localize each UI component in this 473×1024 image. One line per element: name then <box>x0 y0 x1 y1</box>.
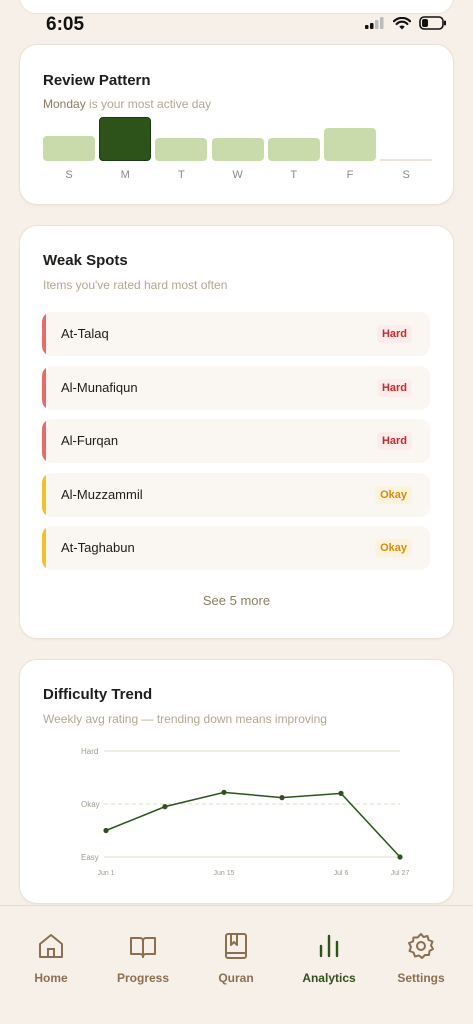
nav-item-quran[interactable]: Quran <box>191 930 281 985</box>
battery-icon <box>419 16 446 30</box>
trend-point <box>221 789 227 795</box>
home-icon <box>39 934 63 958</box>
nav-item-settings[interactable]: Settings <box>376 930 466 985</box>
bar-chart-icon <box>319 934 339 958</box>
day-label: F <box>346 169 354 181</box>
rating-badge: Okay <box>375 485 412 504</box>
bookmark-book-icon <box>225 933 247 959</box>
weak-spot-item[interactable]: Al-Munafiqun Hard <box>42 365 430 410</box>
day-bar-0 <box>43 136 95 161</box>
weak-spot-name: At-Taghabun <box>61 540 135 556</box>
difficulty-indicator <box>42 312 46 356</box>
difficulty-indicator <box>42 419 46 464</box>
day-label: W <box>232 169 243 181</box>
nav-item-progress[interactable]: Progress <box>98 930 188 985</box>
rating-badge: Okay <box>375 539 412 558</box>
y-tick-label: Easy <box>81 853 99 862</box>
signal-icon <box>365 17 384 29</box>
difficulty-indicator <box>42 365 46 410</box>
most-active-day: Monday <box>43 97 86 111</box>
trend-point <box>338 790 344 796</box>
see-more-button[interactable]: See 5 more <box>20 593 453 608</box>
weak-spot-item[interactable]: Al-Furqan Hard <box>42 419 430 464</box>
difficulty-indicator <box>42 526 46 571</box>
review-pattern-card: Review Pattern Monday is your most activ… <box>19 44 454 205</box>
day-bar-1 <box>99 117 152 161</box>
status-bar: 6:05 <box>0 0 473 44</box>
subtitle-rest: is your most active day <box>85 97 212 111</box>
day-label: S <box>402 169 410 181</box>
difficulty-trend-card: Difficulty Trend Weekly avg rating — tre… <box>19 659 454 904</box>
weak-spot-name: Al-Munafiqun <box>61 379 138 395</box>
day-label: T <box>178 169 185 181</box>
day-label: S <box>65 169 73 181</box>
weak-spots-subtitle: Items you've rated hard most often <box>43 278 228 292</box>
review-pattern-title: Review Pattern <box>43 72 151 89</box>
day-bar-5 <box>324 128 376 161</box>
nav-label: Home <box>34 971 68 985</box>
weak-spot-item[interactable]: At-Talaq Hard <box>42 312 430 356</box>
trend-line <box>105 791 401 858</box>
day-bar-2 <box>155 138 208 161</box>
review-pattern-subtitle: Monday is your most active day <box>43 97 211 111</box>
trend-point <box>279 795 285 801</box>
x-tick-label: Jul 27 <box>391 870 410 877</box>
book-open-icon <box>130 937 156 958</box>
weak-spot-name: Al-Furqan <box>61 433 119 449</box>
weekday-bars <box>43 113 433 161</box>
nav-label: Progress <box>116 971 170 985</box>
day-bar-3 <box>211 138 264 161</box>
difficulty-trend-chart: Easy Okay Hard Jun 1 Jun 15 Jul 6 Jul 27 <box>81 747 410 877</box>
x-tick-label: Jun 1 <box>97 870 114 877</box>
trend-point <box>103 827 109 834</box>
rating-badge: Hard <box>376 325 412 343</box>
nav-item-analytics[interactable]: Analytics <box>284 930 374 985</box>
day-bar-4 <box>267 138 320 161</box>
weak-spots-card: Weak Spots Items you've rated hard most … <box>19 225 454 639</box>
x-tick-label: Jul 6 <box>334 870 349 877</box>
weak-spot-name: Al-Muzzammil <box>61 486 143 502</box>
bottom-navigation: Home Progress Quran Analytics Settings <box>0 905 473 1024</box>
x-tick-label: Jun 15 <box>213 870 234 877</box>
y-tick-label: Okay <box>81 800 100 809</box>
y-tick-label: Hard <box>81 747 98 756</box>
day-label: T <box>290 169 298 181</box>
weak-spots-title: Weak Spots <box>43 252 128 269</box>
nav-label: Quran <box>218 971 254 985</box>
wifi-icon <box>393 16 411 29</box>
nav-item-home[interactable]: Home <box>6 930 96 985</box>
gear-icon <box>408 933 434 959</box>
weak-spot-item[interactable]: Al-Muzzammil Okay <box>42 472 430 517</box>
nav-label: Analytics <box>302 971 356 985</box>
trend-point <box>162 804 168 810</box>
status-time: 6:05 <box>46 14 85 35</box>
difficulty-indicator <box>42 472 46 517</box>
rating-badge: Hard <box>376 432 412 451</box>
trend-point <box>397 854 403 860</box>
weak-spot-item[interactable]: At-Taghabun Okay <box>42 526 430 571</box>
rating-badge: Hard <box>376 378 412 397</box>
weak-spot-name: At-Talaq <box>61 326 109 341</box>
day-bar-6 <box>380 159 433 161</box>
nav-label: Settings <box>397 971 445 985</box>
day-label: M <box>120 169 130 181</box>
